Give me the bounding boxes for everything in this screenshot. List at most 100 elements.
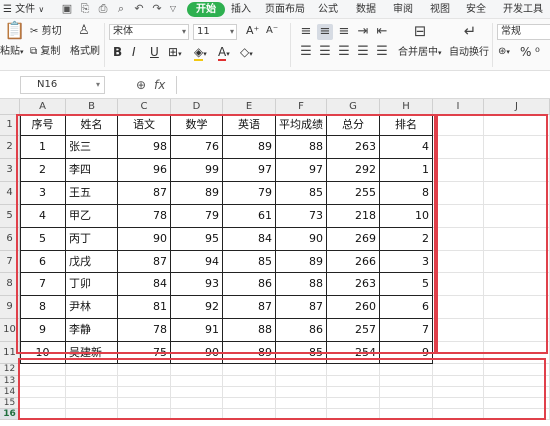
table-cell[interactable]: 79 bbox=[171, 205, 223, 228]
table-cell[interactable]: 86 bbox=[276, 319, 327, 342]
empty-cell[interactable] bbox=[433, 376, 484, 387]
align-center-icon[interactable]: ☰ bbox=[317, 44, 333, 60]
empty-cell[interactable] bbox=[484, 273, 550, 296]
table-cell[interactable]: 8 bbox=[20, 296, 66, 319]
empty-cell[interactable] bbox=[171, 376, 223, 387]
row-header-14[interactable]: 14 bbox=[0, 387, 20, 398]
empty-cell[interactable] bbox=[484, 296, 550, 319]
empty-cell[interactable] bbox=[484, 228, 550, 251]
empty-cell[interactable] bbox=[380, 387, 433, 398]
table-cell[interactable]: 75 bbox=[118, 342, 171, 364]
row-header-3[interactable]: 3 bbox=[0, 159, 20, 182]
empty-cell[interactable] bbox=[484, 409, 550, 420]
table-cell[interactable]: 89 bbox=[276, 251, 327, 273]
print-icon[interactable]: ⎙ bbox=[96, 2, 110, 16]
row-header-13[interactable]: 13 bbox=[0, 376, 20, 387]
table-cell[interactable]: 79 bbox=[223, 182, 276, 205]
empty-cell[interactable] bbox=[327, 387, 380, 398]
table-cell[interactable]: 257 bbox=[327, 319, 380, 342]
row-header-9[interactable]: 9 bbox=[0, 296, 20, 319]
table-cell[interactable]: 1 bbox=[380, 159, 433, 182]
table-header-cell[interactable]: 平均成绩 bbox=[276, 115, 327, 136]
tab-view[interactable]: 视图 bbox=[430, 2, 450, 17]
table-cell[interactable]: 95 bbox=[171, 228, 223, 251]
redo-icon[interactable]: ↷ bbox=[150, 2, 164, 16]
indent-icon[interactable]: ⇥ bbox=[355, 24, 371, 40]
thousands-separator-icon[interactable]: ⁰ bbox=[535, 45, 540, 59]
table-cell[interactable]: 73 bbox=[276, 205, 327, 228]
table-cell[interactable]: 张三 bbox=[66, 136, 118, 159]
name-box[interactable]: N16 ▾ bbox=[20, 76, 105, 94]
empty-cell[interactable] bbox=[380, 409, 433, 420]
table-cell[interactable]: 92 bbox=[171, 296, 223, 319]
empty-cell[interactable] bbox=[433, 319, 484, 342]
empty-cell[interactable] bbox=[20, 364, 66, 376]
empty-cell[interactable] bbox=[433, 182, 484, 205]
tab-developer[interactable]: 开发工具 bbox=[503, 2, 543, 17]
paste-icon[interactable]: 📋 bbox=[4, 23, 25, 43]
tab-insert[interactable]: 插入 bbox=[231, 2, 251, 17]
table-cell[interactable]: 2 bbox=[20, 159, 66, 182]
table-cell[interactable]: 丁卯 bbox=[66, 273, 118, 296]
table-cell[interactable]: 266 bbox=[327, 251, 380, 273]
empty-cell[interactable] bbox=[484, 342, 550, 364]
table-cell[interactable]: 86 bbox=[223, 273, 276, 296]
empty-cell[interactable] bbox=[276, 398, 327, 409]
column-header-d[interactable]: D bbox=[171, 99, 223, 115]
empty-cell[interactable] bbox=[484, 205, 550, 228]
table-cell[interactable]: 4 bbox=[380, 136, 433, 159]
table-cell[interactable]: 87 bbox=[118, 251, 171, 273]
table-cell[interactable]: 84 bbox=[223, 228, 276, 251]
table-cell[interactable]: 255 bbox=[327, 182, 380, 205]
shrink-font-button[interactable]: A⁻ bbox=[266, 24, 278, 38]
table-cell[interactable]: 4 bbox=[20, 205, 66, 228]
underline-button[interactable]: U bbox=[150, 45, 159, 59]
empty-cell[interactable] bbox=[484, 251, 550, 273]
tab-review[interactable]: 审阅 bbox=[393, 2, 413, 17]
table-cell[interactable]: 97 bbox=[223, 159, 276, 182]
table-cell[interactable]: 97 bbox=[276, 159, 327, 182]
empty-cell[interactable] bbox=[327, 364, 380, 376]
empty-cell[interactable] bbox=[223, 376, 276, 387]
cut-button[interactable]: ✂ 剪切 bbox=[30, 25, 62, 39]
grow-font-button[interactable]: A⁺ bbox=[246, 24, 259, 38]
table-cell[interactable]: 87 bbox=[118, 182, 171, 205]
empty-cell[interactable] bbox=[223, 387, 276, 398]
column-header-e[interactable]: E bbox=[223, 99, 276, 115]
empty-cell[interactable] bbox=[171, 409, 223, 420]
table-cell[interactable]: 84 bbox=[118, 273, 171, 296]
empty-cell[interactable] bbox=[327, 376, 380, 387]
tab-data[interactable]: 数据 bbox=[356, 2, 376, 17]
empty-cell[interactable] bbox=[327, 398, 380, 409]
table-cell[interactable]: 85 bbox=[223, 251, 276, 273]
table-cell[interactable]: 9 bbox=[380, 342, 433, 364]
borders-button[interactable]: ⊞▾ bbox=[168, 45, 182, 61]
empty-cell[interactable] bbox=[171, 387, 223, 398]
table-cell[interactable]: 90 bbox=[171, 342, 223, 364]
customize-icon[interactable]: ▽ bbox=[166, 2, 180, 16]
table-cell[interactable]: 218 bbox=[327, 205, 380, 228]
table-cell[interactable]: 98 bbox=[118, 136, 171, 159]
column-header-c[interactable]: C bbox=[118, 99, 171, 115]
table-cell[interactable]: 94 bbox=[171, 251, 223, 273]
table-cell[interactable]: 李静 bbox=[66, 319, 118, 342]
empty-cell[interactable] bbox=[118, 409, 171, 420]
select-all-corner[interactable] bbox=[0, 99, 20, 115]
merge-center-icon[interactable]: ⊟ bbox=[410, 23, 430, 39]
brush-icon[interactable]: ♙ bbox=[76, 23, 92, 39]
table-cell[interactable]: 丙丁 bbox=[66, 228, 118, 251]
export-icon[interactable]: ⎘ bbox=[78, 2, 92, 16]
empty-cell[interactable] bbox=[66, 387, 118, 398]
row-header-12[interactable]: 12 bbox=[0, 364, 20, 376]
empty-cell[interactable] bbox=[223, 409, 276, 420]
empty-cell[interactable] bbox=[484, 159, 550, 182]
align-bottom-icon[interactable]: ≡ bbox=[336, 24, 352, 40]
table-cell[interactable]: 85 bbox=[276, 342, 327, 364]
table-cell[interactable]: 76 bbox=[171, 136, 223, 159]
undo-icon[interactable]: ↶ bbox=[132, 2, 146, 16]
empty-cell[interactable] bbox=[66, 376, 118, 387]
empty-cell[interactable] bbox=[118, 398, 171, 409]
table-header-cell[interactable]: 总分 bbox=[327, 115, 380, 136]
table-cell[interactable]: 7 bbox=[380, 319, 433, 342]
empty-cell[interactable] bbox=[223, 398, 276, 409]
